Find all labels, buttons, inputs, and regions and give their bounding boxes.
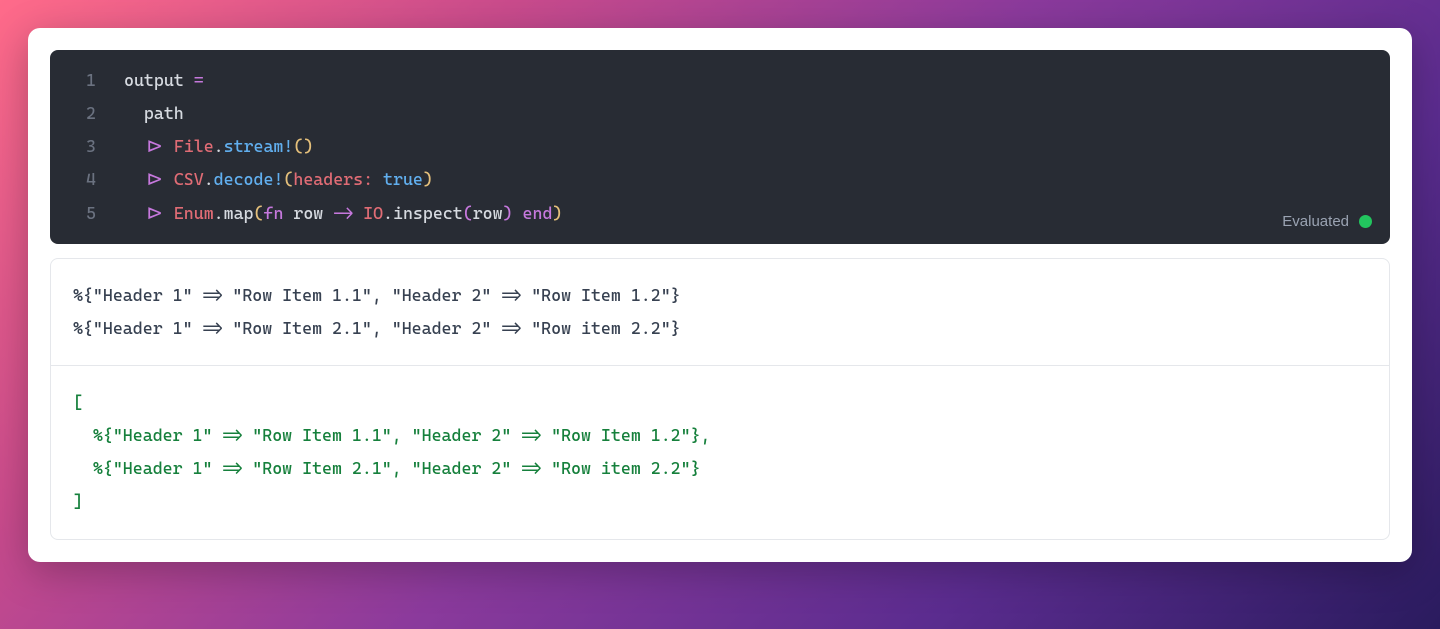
code-editor[interactable]: 1 output = 2 path 3 |> File.stream!() 4 … — [50, 50, 1390, 244]
output-block: %{"Header 1" => "Row Item 1.1", "Header … — [50, 258, 1390, 540]
status-indicator-icon — [1359, 215, 1372, 228]
line-number: 4 — [68, 163, 96, 196]
stdout-output: %{"Header 1" => "Row Item 1.1", "Header … — [51, 259, 1389, 365]
line-number: 5 — [68, 197, 96, 230]
status-label: Evaluated — [1282, 213, 1349, 230]
code-content: |> File.stream!() — [124, 130, 313, 163]
line-number: 1 — [68, 64, 96, 97]
code-line: 1 output = — [68, 64, 1372, 97]
line-number: 3 — [68, 130, 96, 163]
result-output: [ %{"Header 1" => "Row Item 1.1", "Heade… — [51, 365, 1389, 539]
code-content: path — [124, 97, 184, 130]
evaluation-status: Evaluated — [1282, 213, 1372, 230]
code-content: |> Enum.map(fn row -> IO.inspect(row) en… — [124, 197, 562, 230]
line-number: 2 — [68, 97, 96, 130]
code-line: 5 |> Enum.map(fn row -> IO.inspect(row) … — [68, 197, 1372, 230]
code-line: 3 |> File.stream!() — [68, 130, 1372, 163]
code-content: output = — [124, 64, 204, 97]
code-line: 2 path — [68, 97, 1372, 130]
cell-card: 1 output = 2 path 3 |> File.stream!() 4 … — [28, 28, 1412, 562]
code-content: |> CSV.decode!(headers: true) — [124, 163, 433, 196]
code-line: 4 |> CSV.decode!(headers: true) — [68, 163, 1372, 196]
